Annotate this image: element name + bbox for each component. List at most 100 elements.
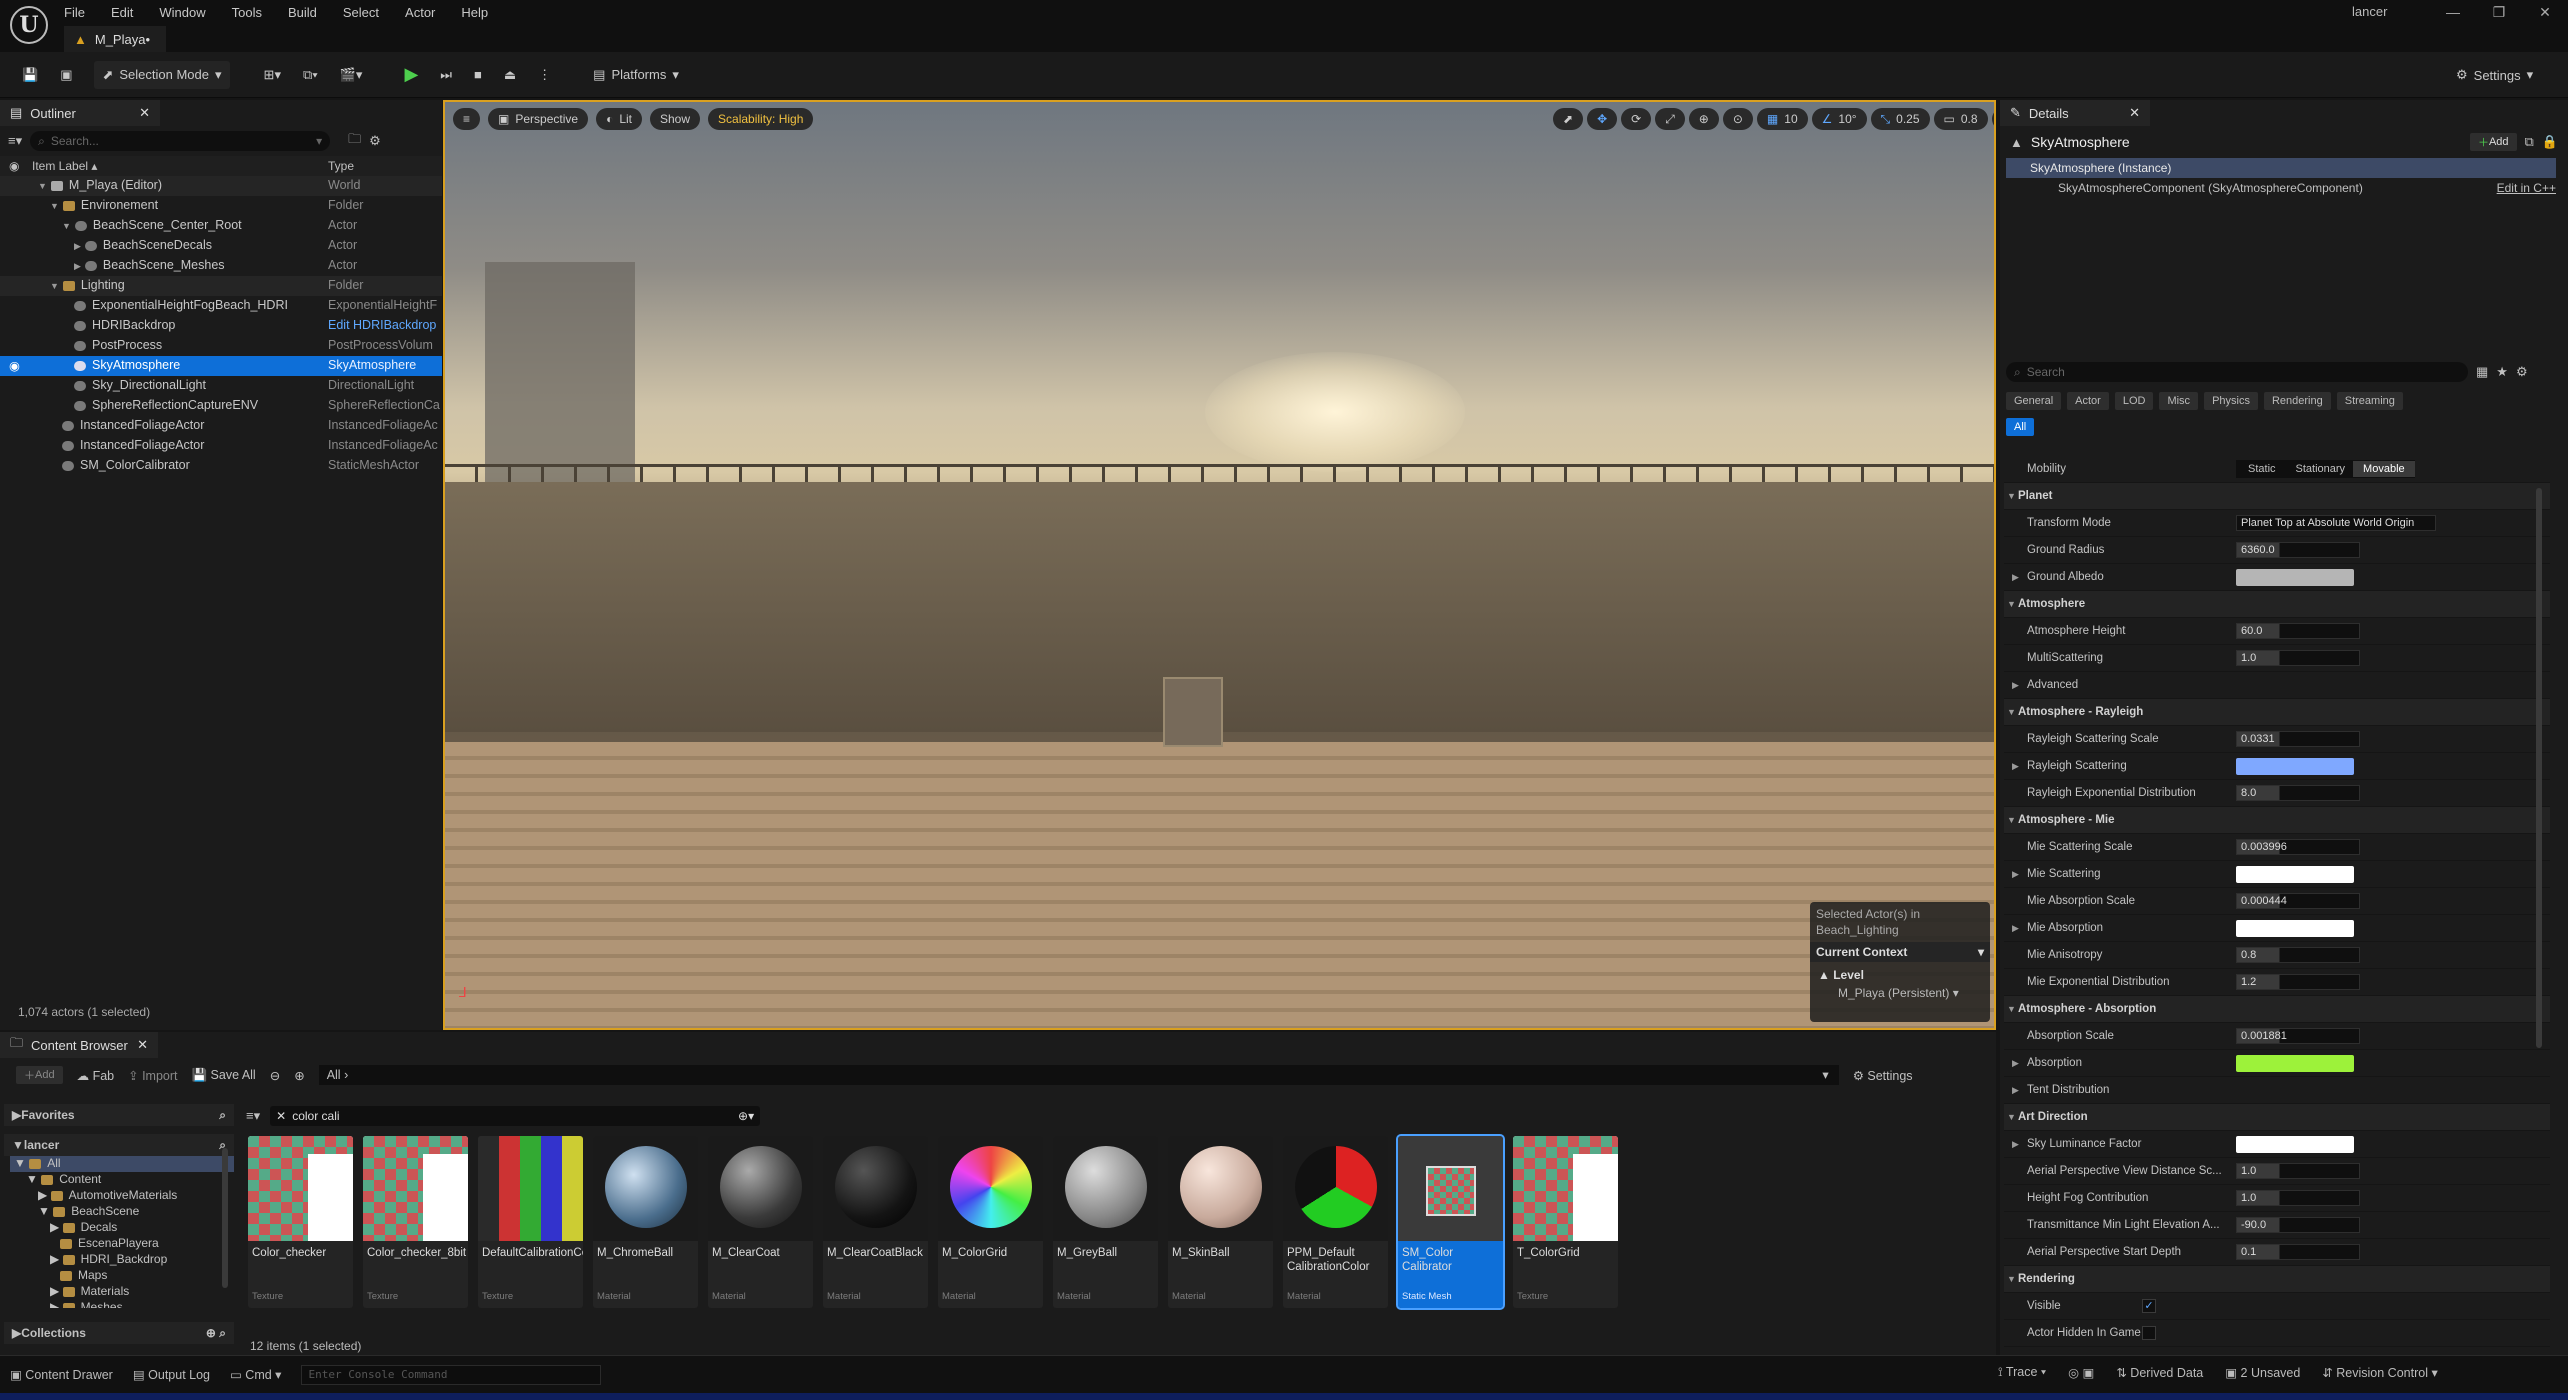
component-row[interactable]: SkyAtmosphereComponent (SkyAtmosphereCom… [2006,178,2556,198]
asset-tile[interactable]: PPM_Default CalibrationColor Material [1283,1136,1388,1308]
mobility-selector[interactable]: Static Stationary Movable [2236,460,2415,478]
mobility-stationary[interactable]: Stationary [2288,463,2354,475]
content-drawer-button[interactable]: ▣ Content Drawer [10,1367,113,1382]
color-swatch[interactable] [2236,757,2354,775]
asset-tile[interactable]: T_ColorGrid Texture [1513,1136,1618,1308]
color-swatch[interactable] [2236,1054,2354,1072]
property-value-field[interactable]: 1.0 [2236,650,2360,666]
favorites-header[interactable]: ▶ Favorites ⌕ [4,1104,234,1126]
asset-tile[interactable]: M_GreyBall Material [1053,1136,1158,1308]
filter-misc[interactable]: Misc [2159,392,2199,410]
checkbox-unchecked[interactable] [2142,1326,2156,1340]
folder-beachscene[interactable]: ▼ BeachScene [10,1204,234,1220]
search-icon[interactable]: ⌕ [219,1108,226,1123]
surface-snap-icon[interactable]: ⊙ [1722,108,1753,130]
property-value-field[interactable]: 0.001881 [2236,1028,2360,1044]
translate-tool-icon[interactable]: ✥ [1587,108,1618,130]
property-dropdown[interactable]: Planet Top at Absolute World Origin [2236,515,2436,531]
filter-rendering[interactable]: Rendering [2263,392,2331,410]
property-section[interactable]: ▼ Rendering [2004,1266,2550,1293]
persistent-level-dropdown[interactable]: M_Playa (Persistent) ▾ [1818,984,1982,1002]
tree-row-actor[interactable]: PostProcess PostProcessVolum [0,336,442,356]
component-instance[interactable]: SkyAtmosphere (Instance) [2006,158,2556,178]
project-root-header[interactable]: ▼ lancer ⌕ [4,1134,234,1156]
filter-icon[interactable]: ≡▾ [246,1108,260,1124]
level-tab[interactable]: ▲ M_Playa• [64,26,167,52]
unreal-logo-icon[interactable]: U [10,6,48,44]
outliner-search[interactable]: ⌕ Search... ▾ [30,131,331,151]
settings-button[interactable]: ⚙ Settings ▾ [2448,61,2541,89]
folder-meshes[interactable]: ▶ Meshes [10,1300,234,1308]
color-swatch[interactable] [2236,568,2354,586]
asset-tile[interactable]: Color_checker Texture [248,1136,353,1308]
property-row[interactable]: ▶ Mie Scattering [2004,861,2550,888]
camera-speed[interactable]: ▭ 0.8 [1933,108,1988,130]
tree-row-actor[interactable]: ▶ BeachSceneDecals Actor [0,236,442,256]
property-row[interactable]: Mie Absorption Scale 0.000444 [2004,888,2550,915]
color-swatch[interactable] [2236,1135,2354,1153]
filter-general[interactable]: General [2006,392,2062,410]
filter-lod[interactable]: LOD [2114,392,2154,410]
expand-icon[interactable]: ▶ [2012,572,2019,583]
asset-tile[interactable]: M_ChromeBall Material [593,1136,698,1308]
close-tab-icon[interactable]: ✕ [137,1037,148,1053]
cb-settings-button[interactable]: ⚙ Settings [1853,1068,1913,1083]
expand-icon[interactable]: ▶ [2012,923,2019,934]
details-search[interactable]: ⌕ Search [2006,362,2468,382]
insights-icon[interactable]: ◎ ▣ [2068,1365,2094,1380]
folder-materials[interactable]: ▶ Materials [10,1284,234,1300]
viewport-options-icon[interactable]: ≡ [453,108,481,130]
trace-button[interactable]: ⟟ Trace ▾ [1998,1365,2046,1380]
property-section[interactable]: ▼ Planet [2004,483,2550,510]
property-row[interactable]: Transform Mode Planet Top at Absolute Wor… [2004,510,2550,537]
expand-icon[interactable]: ▶ [2012,1058,2019,1069]
tree-row-actor[interactable]: ExponentialHeightFogBeach_HDRI Exponentia… [0,296,442,316]
expand-icon[interactable]: ▶ [2012,1139,2019,1150]
menu-tools[interactable]: Tools [232,5,262,20]
col-type[interactable]: Type [328,159,354,173]
property-row[interactable]: ▶ Absorption [2004,1050,2550,1077]
asset-search[interactable]: ✕ color cali ⊕▾ [270,1106,761,1126]
unsaved-button[interactable]: ▣ 2 Unsaved [2225,1365,2300,1380]
blueprint-icon[interactable]: ⧉▾ [295,61,326,89]
property-row[interactable]: Rayleigh Exponential Distribution 8.0 [2004,780,2550,807]
property-row[interactable]: Ground Radius 6360.0 [2004,537,2550,564]
visibility-icon[interactable]: ◉ [9,358,20,373]
gear-icon[interactable]: ⚙ [2516,364,2528,380]
import-button[interactable]: ⇪ Import [128,1068,177,1083]
expand-icon[interactable]: ▶ [2012,761,2019,772]
asset-tile[interactable]: M_ClearCoatBlack Material [823,1136,928,1308]
tree-row-actor[interactable]: HDRIBackdrop Edit HDRIBackdrop [0,316,442,336]
actor-name[interactable]: SkyAtmosphere [2031,134,2130,150]
property-section[interactable]: ▼ Atmosphere - Absorption [2004,996,2550,1023]
folder-maps[interactable]: Maps [10,1268,234,1284]
property-row[interactable]: ▶ Advanced [2004,672,2550,699]
property-section[interactable]: ▼ Atmosphere [2004,591,2550,618]
stop-icon[interactable]: ■ [466,61,490,89]
cb-add-button[interactable]: ＋ Add [16,1066,63,1084]
property-row[interactable]: Visible ✓ [2004,1293,2550,1320]
property-row[interactable]: Mie Exponential Distribution 1.2 [2004,969,2550,996]
menu-window[interactable]: Window [159,5,205,20]
property-value-field[interactable]: 0.8 [2236,947,2360,963]
checkbox-checked[interactable]: ✓ [2142,1299,2156,1313]
maximize-viewport-icon[interactable]: ⊞ [1991,108,1994,130]
derived-data-button[interactable]: ⇅ Derived Data [2116,1365,2203,1380]
more-options-icon[interactable]: ⋮ [530,61,559,89]
details-tab[interactable]: ✎ Details ✕ [2000,100,2150,126]
collapse-icon[interactable]: ▼ [2007,707,2016,717]
folder-escena[interactable]: EscenaPlayera [10,1236,234,1252]
collections-header[interactable]: ▶ Collections ⊕ ⌕ [4,1322,234,1344]
tree-row-folder[interactable]: ▼ Lighting Folder [0,276,442,296]
folder-all[interactable]: ▼ All [10,1156,234,1172]
level-viewport[interactable]: ≡ ▣ Perspective ◐ Lit Show Scalability: Hi… [443,100,1996,1030]
current-context-header[interactable]: Current Context ▾ [1810,942,1990,962]
save-search-icon[interactable]: ⊕▾ [738,1109,754,1123]
save-icon[interactable]: 💾 [14,61,46,89]
expand-icon[interactable]: ▶ [2012,680,2019,691]
property-row[interactable]: Height Fog Contribution 1.0 [2004,1185,2550,1212]
select-tool-icon[interactable]: ⬈ [1553,108,1584,130]
collapse-icon[interactable]: ▼ [2007,599,2016,609]
maximize-icon[interactable]: ❐ [2476,0,2522,24]
property-row[interactable]: Actor Hidden In Game [2004,1320,2550,1347]
